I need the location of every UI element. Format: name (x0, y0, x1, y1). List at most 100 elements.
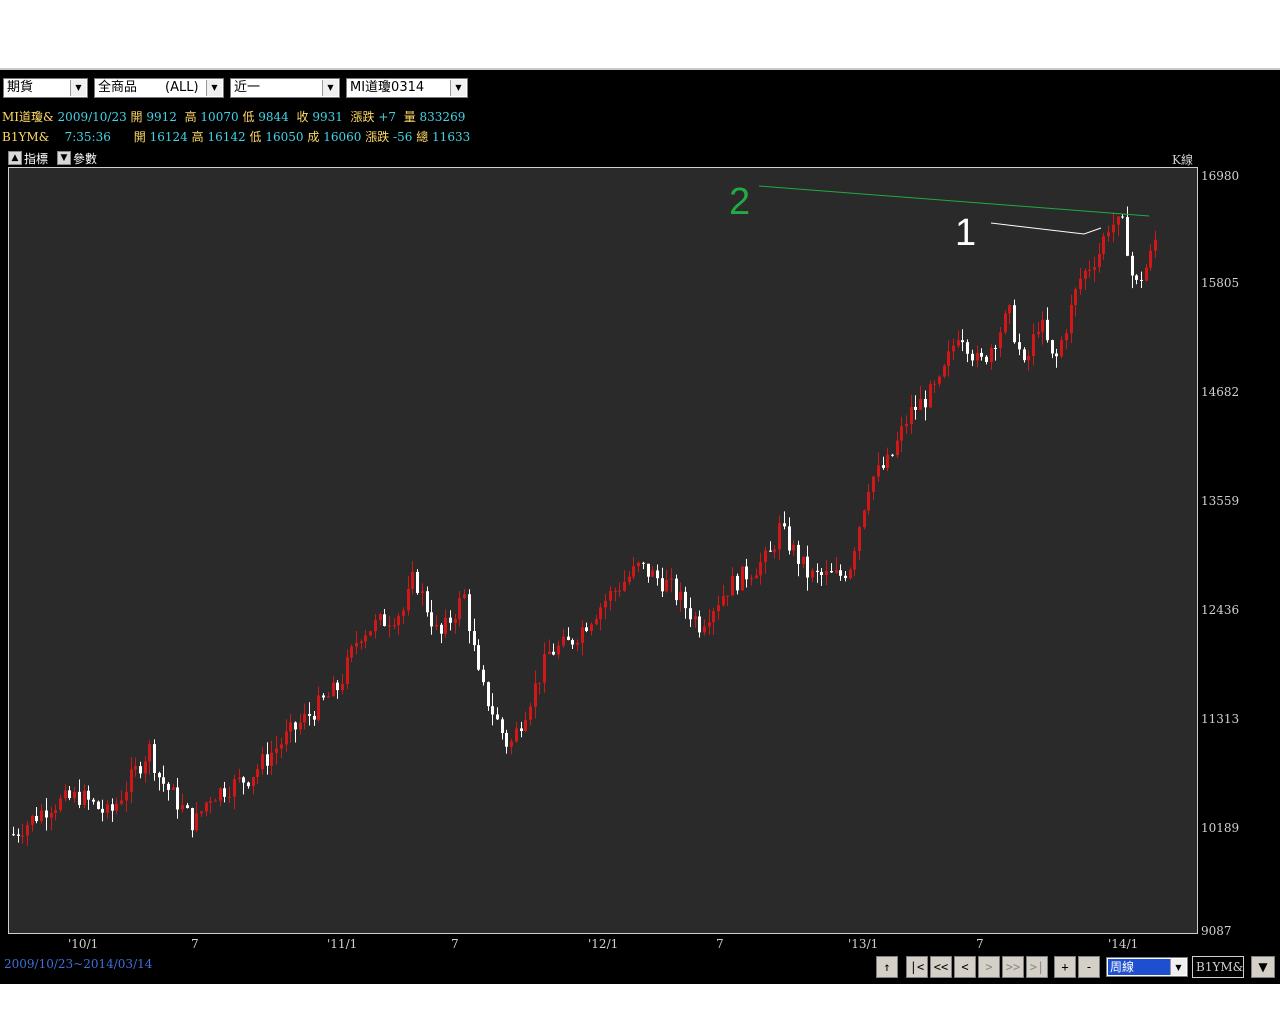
candle-body (839, 570, 842, 576)
candle-body (637, 562, 640, 567)
trendline-2[interactable] (758, 185, 1150, 217)
scroll-up-button[interactable]: ↑ (876, 956, 898, 978)
candle-body (585, 627, 588, 632)
params-label: 參數 (73, 151, 98, 166)
page-back-button[interactable]: << (930, 956, 952, 978)
candle-body (844, 575, 847, 579)
first-button[interactable]: |< (906, 956, 928, 978)
panel-dropdown-button[interactable]: ▼ (1251, 956, 1275, 978)
annotation-label-1: 1 (955, 212, 976, 254)
candle-body (825, 571, 828, 576)
candle-body (534, 683, 537, 707)
chart-plot-area[interactable]: 21 (8, 167, 1198, 934)
candle-body (778, 523, 781, 550)
symbol-field[interactable]: B1YM& (1192, 956, 1244, 978)
quote2-change: -56 (393, 130, 413, 144)
candle-body (900, 426, 903, 441)
candle-body (961, 340, 964, 343)
candle-body (1135, 275, 1138, 280)
trendline-1[interactable] (990, 222, 1102, 235)
candle-body (383, 614, 386, 627)
candle-body (1004, 313, 1007, 333)
candle-body (872, 476, 875, 492)
quote1-change-label: 漲跌 (350, 110, 375, 124)
candle-body (599, 607, 602, 620)
candle-body (322, 695, 325, 698)
quote1-date: 2009/10/23 (57, 110, 127, 124)
contract-select-value: MI道瓊0314 (350, 80, 425, 95)
candle-body (670, 578, 673, 580)
candle-body (101, 808, 104, 813)
candle-body (647, 563, 650, 577)
contract-select[interactable]: MI道瓊0314 ▼ (346, 78, 468, 98)
candle-body (816, 570, 819, 573)
candle-body (623, 581, 626, 591)
candle-body (40, 810, 43, 822)
quote2-last: 16060 (323, 130, 362, 144)
candle-body (397, 615, 400, 626)
candle-body (792, 544, 795, 551)
quote2-open-label: 開 (133, 130, 146, 144)
candle-body (238, 777, 241, 780)
candle-body (411, 571, 414, 589)
candle-body (247, 782, 250, 787)
candle-body (567, 636, 570, 641)
candle-body (524, 719, 527, 732)
candle-body (477, 645, 480, 670)
candle-body (78, 791, 81, 805)
candle-body (1008, 305, 1011, 314)
last-button[interactable]: >| (1026, 956, 1048, 978)
candle-body (1074, 289, 1077, 306)
step-back-button[interactable]: < (954, 956, 976, 978)
candle-body (379, 614, 382, 621)
chevron-down-icon[interactable]: ▼ (322, 80, 338, 96)
candle-body (614, 590, 617, 592)
chevron-down-icon[interactable]: ▼ (206, 80, 222, 96)
candle-body (943, 365, 946, 377)
product-select[interactable]: 全商品 (ALL) ▼ (94, 78, 224, 98)
candle-body (896, 440, 899, 456)
quote2-name: B1YM& (2, 130, 50, 144)
candle-body (520, 728, 523, 732)
candle-body (745, 566, 748, 580)
candle-body (947, 351, 950, 366)
candle-body (219, 788, 222, 801)
candle-body (87, 790, 90, 800)
chevron-down-icon[interactable]: ▼ (450, 80, 466, 96)
chevron-down-icon[interactable]: ▼ (70, 80, 86, 96)
chevron-down-icon[interactable]: ▼ (1170, 959, 1186, 975)
chart-interval-select[interactable]: 周線 ▼ (1106, 957, 1188, 977)
period-select[interactable]: 近一 ▼ (230, 78, 340, 98)
candle-body (609, 590, 612, 601)
candle-body (726, 595, 729, 597)
market-select[interactable]: 期貨 ▼ (3, 78, 88, 98)
candle-body (148, 744, 151, 762)
candle-body (891, 454, 894, 456)
candle-body (1140, 279, 1143, 281)
quote1-close-label: 收 (296, 110, 309, 124)
zoom-in-button[interactable]: + (1054, 956, 1076, 978)
candle-body (1046, 319, 1049, 341)
candle-body (863, 510, 866, 528)
quote1-volume-label: 量 (403, 110, 416, 124)
candle-body (741, 566, 744, 591)
candle-body (571, 640, 574, 645)
candle-body (675, 578, 678, 601)
candle-body (454, 619, 457, 623)
candle-body (905, 424, 908, 427)
params-button[interactable]: ▼ 參數 (57, 150, 97, 166)
date-range: 2009/10/23~2014/03/14 (4, 957, 153, 971)
candle-body (388, 625, 391, 627)
candle-body (994, 347, 997, 349)
candle-body (482, 669, 485, 683)
zoom-out-button[interactable]: - (1078, 956, 1100, 978)
indicators-button[interactable]: ▲ 指標 (8, 150, 48, 166)
candle-body (882, 465, 885, 468)
quote2-low: 16050 (265, 130, 304, 144)
candle-body (421, 591, 424, 593)
candle-body (773, 549, 776, 552)
step-forward-button[interactable]: > (978, 956, 1000, 978)
candle-body (158, 772, 161, 778)
page-forward-button[interactable]: >> (1002, 956, 1024, 978)
candle-body (755, 575, 758, 579)
